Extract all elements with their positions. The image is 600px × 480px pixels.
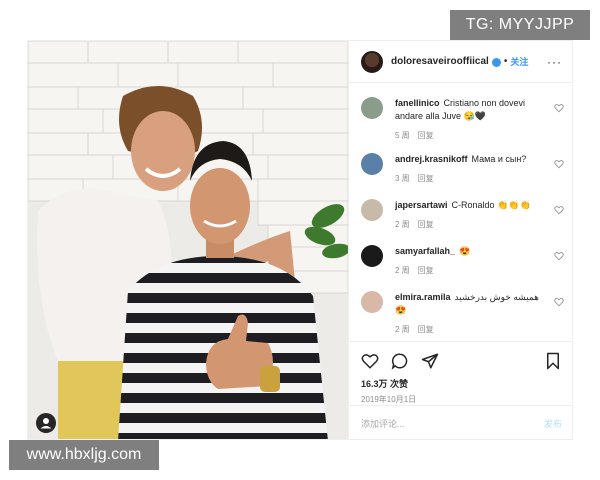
heart-icon[interactable] xyxy=(554,159,564,169)
bookmark-icon[interactable] xyxy=(544,352,562,370)
comments-list: fanellinico Cristiano non dovevi andare a… xyxy=(349,83,572,341)
comment-meta: 2 周回复 xyxy=(395,265,564,276)
paper-plane-icon[interactable] xyxy=(421,352,439,370)
reply-button[interactable]: 回复 xyxy=(418,220,434,229)
add-comment-bar: 发布 xyxy=(349,405,572,439)
comment-username[interactable]: samyarfallah_ xyxy=(395,246,455,256)
follow-button[interactable]: 关注 xyxy=(510,55,528,68)
post-photo xyxy=(28,41,348,439)
comment-time: 2 周 xyxy=(395,266,410,275)
avatar[interactable] xyxy=(361,153,383,175)
avatar[interactable] xyxy=(361,50,383,73)
comment-time: 2 周 xyxy=(395,220,410,229)
instagram-post: doloresaveirooffiical • 关注 ··· fanellini… xyxy=(27,40,573,440)
comment-time: 3 周 xyxy=(395,174,410,183)
post-actions: 16.3万 次赞 2019年10月1日 xyxy=(349,341,572,405)
reply-button[interactable]: 回复 xyxy=(418,325,434,334)
post-date: 2019年10月1日 xyxy=(361,395,417,404)
reply-button[interactable]: 回复 xyxy=(418,266,434,275)
comment-body: japersartawi C-Ronaldo 👏👏👏 xyxy=(395,199,544,212)
comment-body: elmira.ramila همیشه خوش بدرخشید😍 xyxy=(395,291,544,317)
avatar[interactable] xyxy=(361,199,383,221)
comment-username[interactable]: elmira.ramila xyxy=(395,292,451,302)
post-header: doloresaveirooffiical • 关注 ··· xyxy=(349,41,572,83)
separator-dot: • xyxy=(503,56,508,67)
screenshot-stage: doloresaveirooffiical • 关注 ··· fanellini… xyxy=(0,0,600,480)
post-username[interactable]: doloresaveirooffiical xyxy=(391,56,489,67)
comment-input[interactable] xyxy=(361,418,544,429)
user-tag-icon[interactable] xyxy=(36,413,56,433)
heart-icon[interactable] xyxy=(554,205,564,215)
comment-time: 2 周 xyxy=(395,325,410,334)
reply-button[interactable]: 回复 xyxy=(418,131,434,140)
comment-body: fanellinico Cristiano non dovevi andare a… xyxy=(395,97,544,123)
comment-item: fanellinico Cristiano non dovevi andare a… xyxy=(361,97,564,141)
post-sidebar: doloresaveirooffiical • 关注 ··· fanellini… xyxy=(348,41,572,439)
post-photo-illustration xyxy=(28,41,348,439)
action-icons-row xyxy=(361,350,562,372)
more-options-icon[interactable]: ··· xyxy=(547,55,562,69)
avatar[interactable] xyxy=(361,291,383,313)
likes-count[interactable]: 16.3万 次赞 xyxy=(361,377,562,390)
comment-meta: 2 周回复 xyxy=(395,324,564,335)
verified-badge-icon xyxy=(491,58,501,67)
comment-text: C-Ronaldo 👏👏👏 xyxy=(451,200,531,210)
comment-body: andrej.krasnikoff Мама и сын? xyxy=(395,153,544,166)
watermark-bottom: www.hbxljg.com xyxy=(9,440,159,470)
comment-time: 5 周 xyxy=(395,131,410,140)
heart-icon[interactable] xyxy=(361,352,379,370)
heart-icon[interactable] xyxy=(554,251,564,261)
comment-meta: 3 周回复 xyxy=(395,173,564,184)
speech-bubble-icon[interactable] xyxy=(391,352,409,370)
watermark-top: TG: MYYJJPP xyxy=(450,10,590,40)
comment-item: elmira.ramila همیشه خوش بدرخشید😍 2 周回复 xyxy=(361,291,564,335)
comment-username[interactable]: andrej.krasnikoff xyxy=(395,154,468,164)
comment-meta: 5 周回复 xyxy=(395,130,564,141)
comment-item: samyarfallah_ 😍 2 周回复 xyxy=(361,245,564,276)
comment-meta: 2 周回复 xyxy=(395,219,564,230)
comment-text: 😍 xyxy=(459,246,471,256)
comment-username[interactable]: fanellinico xyxy=(395,98,440,108)
comment-item: japersartawi C-Ronaldo 👏👏👏 2 周回复 xyxy=(361,199,564,230)
reply-button[interactable]: 回复 xyxy=(418,174,434,183)
avatar[interactable] xyxy=(361,97,383,119)
heart-icon[interactable] xyxy=(554,103,564,113)
comment-username[interactable]: japersartawi xyxy=(395,200,448,210)
avatar[interactable] xyxy=(361,245,383,267)
comment-text: Мама и сын? xyxy=(471,154,527,164)
heart-icon[interactable] xyxy=(554,297,564,307)
comment-body: samyarfallah_ 😍 xyxy=(395,245,544,258)
comment-item: andrej.krasnikoff Мама и сын? 3 周回复 xyxy=(361,153,564,184)
publish-button[interactable]: 发布 xyxy=(544,417,562,430)
